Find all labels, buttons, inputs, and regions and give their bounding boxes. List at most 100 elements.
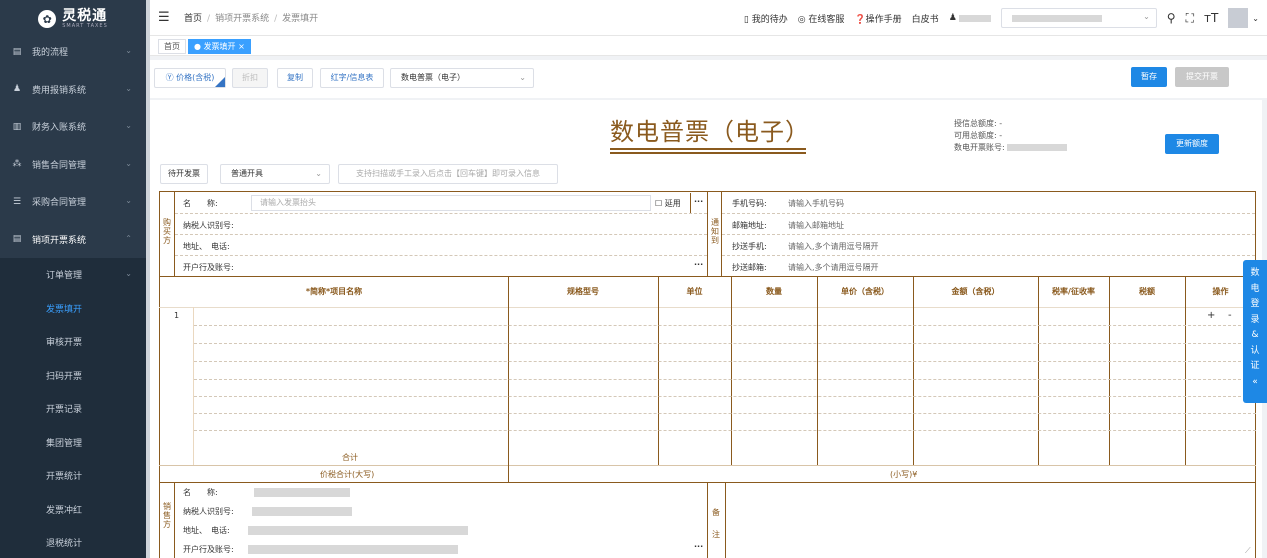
list-icon: ☰ [12,196,22,207]
seller-name-label: 名 称: [183,488,218,497]
total-label: 合计 [342,453,358,462]
copy-button[interactable]: 复制 [277,68,313,88]
tags-view: 首页 ● 发票填开 × [150,36,1267,56]
sidebar-item-finance[interactable]: ▥ 财务入账系统 ⌄ [0,108,146,146]
discount-button[interactable]: 折扣 [232,68,268,88]
help-icon: ❓ [854,14,866,25]
submenu: 订单管理 ⌄ 发票填开 审核开票 扫码开票 开票记录 集团管理 开票统计 发票冲… [0,258,146,558]
col-divider [817,276,818,465]
table-row[interactable]: 1 + - [160,308,1256,324]
sidebar-item-sales-contract[interactable]: ⁂ 销售合同管理 ⌄ [0,146,146,184]
price-tax-toggle[interactable]: Ⓨ 价格(含税) [154,68,226,88]
pending-invoice-button[interactable]: 待开发票 [160,164,208,184]
chevron-up-icon: ⌃ [125,233,132,243]
notify-vertical-label: 通知到 [711,218,719,245]
extend-checkbox[interactable]: ☐ 延用 [655,198,681,209]
row-divider [159,465,1256,466]
col-item-name: *简称*项目名称 [305,287,363,296]
checkbox-icon[interactable]: ☐ [655,199,662,208]
notify-email-input[interactable]: 请输入邮箱地址 [788,220,844,231]
sidebar-subitem-scan[interactable]: 扫码开票 [0,359,146,393]
user-name[interactable]: ♟ [949,13,991,23]
seller-bank-label: 开户行及账号: [183,545,234,554]
sidebar-subitem-review[interactable]: 审核开票 [0,325,146,359]
issue-type-select[interactable]: 普通开具 ⌄ [220,164,330,184]
menu-toggle-icon[interactable]: ☰ [158,10,174,25]
collapse-icon[interactable]: « [1243,375,1267,391]
total-words-label: 价税合计(大写) [320,470,375,479]
quota-total: 授信总额度: - [954,119,1003,128]
sidebar-subitem-group[interactable]: 集团管理 [0,426,146,460]
col-divider [1109,276,1110,465]
tree-icon: ⁂ [12,159,22,170]
manual-link[interactable]: ❓操作手册 [854,12,901,25]
col-amount: 金额（含税） [951,287,1000,296]
search-icon[interactable]: ⚲ [1167,11,1176,25]
todo-icon: ▯ [743,14,752,25]
col-divider [731,276,732,465]
divider [707,482,708,558]
invoice-type-select[interactable]: 数电普票（电子） ⌄ [390,68,534,88]
cc-phone-label: 抄送手机: [732,242,767,251]
app-subtitle: SMART TAXES [62,23,108,29]
row-divider [175,213,707,214]
resize-handle-icon[interactable]: ⟋ [1245,546,1251,556]
col-quantity: 数量 [766,287,782,296]
col-divider [1038,276,1039,465]
tag-invoice-fill[interactable]: ● 发票填开 × [188,39,251,54]
remove-row-button[interactable]: - [1228,310,1232,321]
font-size-icon[interactable]: ᴛT [1204,11,1218,25]
side-tab-char: 数 [1250,268,1260,278]
whitepaper-link[interactable]: 白皮书 [912,12,939,25]
notify-phone-label: 手机号码: [732,199,767,208]
price-label: 价格(含税) [176,73,215,82]
avatar[interactable] [1228,8,1249,28]
sidebar-subitem-records[interactable]: 开票记录 [0,392,146,426]
sidebar-item-label: 我的流程 [32,48,69,59]
notify-phone-input[interactable]: 请输入手机号码 [788,198,844,209]
red-info-button[interactable]: 红字/信息表 [320,68,384,88]
buyer-name-input[interactable]: 请输入发票抬头 [251,195,651,211]
fullscreen-icon[interactable]: ⛶ [1186,11,1194,26]
submit-invoice-button[interactable]: 提交开票 [1175,67,1229,87]
breadcrumb-home[interactable]: 首页 [184,14,202,24]
quota-available: 可用总额度: - [954,131,1003,140]
remark-textarea[interactable] [726,483,1255,558]
chevron-down-icon[interactable]: ⌄ [1252,14,1259,23]
side-tab-char: & [1251,330,1259,340]
digital-login-tab[interactable]: 数 电 登 录 & 认 证 « [1243,260,1267,403]
sidebar-item-purchase-contract[interactable]: ☰ 采购合同管理 ⌄ [0,183,146,221]
divider [690,193,691,213]
seller-address-value [248,526,468,535]
cc-email-input[interactable]: 请输入,多个请用逗号隔开 [788,262,879,273]
company-select[interactable]: ⌄ [1000,8,1157,28]
seller-address-label: 地址、 电话: [183,526,230,535]
scan-input[interactable]: 支持扫描或手工录入后点击【回车键】即可录入信息 [338,164,558,184]
update-quota-button[interactable]: 更新额度 [1165,134,1219,154]
sidebar-subitem-orders[interactable]: 订单管理 ⌄ [0,258,146,292]
sidebar-item-label: 财务入账系统 [32,123,87,134]
breadcrumb-system[interactable]: 销项开票系统 [215,14,269,24]
row-divider [175,255,707,256]
more-icon[interactable]: ··· [694,260,703,269]
sidebar-subitem-refund-stats[interactable]: 退税统计 [0,526,146,558]
tag-home[interactable]: 首页 [158,39,186,54]
online-service-link[interactable]: ◎ 在线客服 [798,12,845,25]
close-icon[interactable]: × [238,42,245,51]
total-small-label: (小写)¥ [890,470,918,479]
sidebar-item-my-flow[interactable]: ▤ 我的流程 ⌄ [0,33,146,71]
buyer-tax-id-label: 纳税人识别号: [183,221,234,230]
sidebar-item-expense[interactable]: ♟ 费用报销系统 ⌄ [0,71,146,109]
sidebar-item-output-invoice[interactable]: ▤ 销项开票系统 ⌃ [0,221,146,259]
sidebar-subitem-red-flush[interactable]: 发票冲红 [0,493,146,527]
sidebar-subitem-stats[interactable]: 开票统计 [0,459,146,493]
save-draft-button[interactable]: 暂存 [1131,67,1167,87]
row-index: 1 [174,311,180,320]
more-icon[interactable]: ··· [694,542,703,551]
sidebar-subitem-invoice-fill[interactable]: 发票填开 [0,292,146,326]
toolbar: Ⓨ 价格(含税) 折扣 复制 红字/信息表 数电普票（电子） ⌄ 暂存 提交开票 [150,60,1267,98]
add-row-button[interactable]: + [1207,310,1215,321]
cc-phone-input[interactable]: 请输入,多个请用逗号隔开 [788,241,879,252]
more-icon[interactable]: ··· [694,197,703,206]
my-todo-link[interactable]: ▯ 我的待办 [744,12,788,25]
